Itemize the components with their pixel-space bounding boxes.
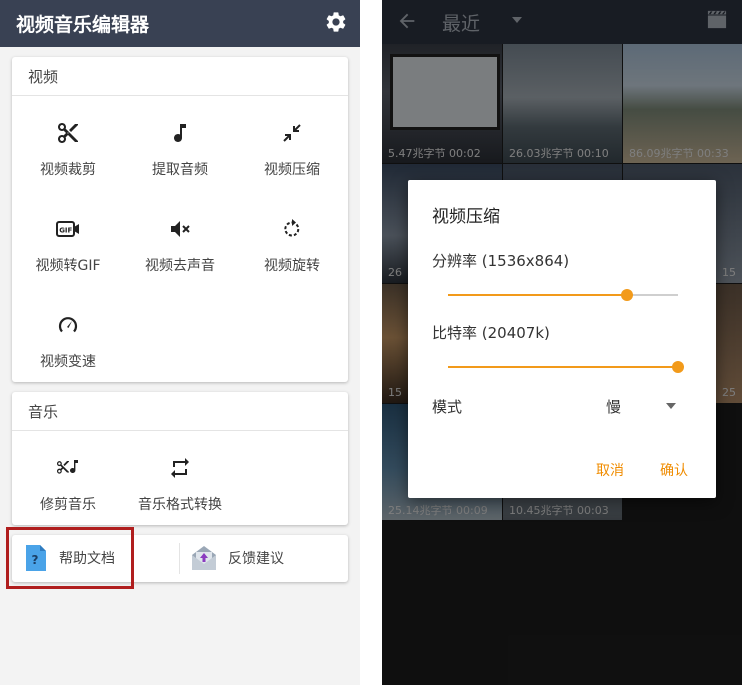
tool-video-speed[interactable]: 视频变速 bbox=[12, 305, 124, 395]
video-card: 视频 视频裁剪 提取音频 视频压缩 GIF 视频转GIF 视频去声音 视频旋转 bbox=[12, 57, 348, 382]
video-section-title: 视频 bbox=[28, 68, 59, 86]
right-screen: 最近 5.47兆字节 00:02 26.03兆字节 00:10 86.09兆字节… bbox=[382, 0, 742, 685]
repeat-icon bbox=[171, 458, 189, 478]
gif-icon: GIF bbox=[56, 221, 79, 237]
tool-extract-audio[interactable]: 提取音频 bbox=[124, 113, 236, 203]
app-bar: 视频音乐编辑器 bbox=[0, 0, 360, 47]
tool-label: 提取音频 bbox=[152, 162, 208, 178]
feedback-button[interactable]: 反馈建议 bbox=[180, 535, 348, 582]
resolution-slider-fill bbox=[448, 294, 628, 296]
tool-label: 视频转GIF bbox=[35, 258, 101, 274]
confirm-button[interactable]: 确认 bbox=[660, 460, 688, 480]
rotate-icon bbox=[284, 219, 300, 237]
compress-arrows-icon bbox=[283, 124, 301, 142]
bitrate-slider-fill bbox=[448, 366, 678, 368]
mute-speaker-icon bbox=[171, 221, 190, 237]
resolution-slider-thumb[interactable] bbox=[621, 289, 634, 301]
feedback-label: 反馈建议 bbox=[228, 551, 284, 567]
mode-dropdown-caret-icon[interactable] bbox=[666, 403, 676, 409]
tool-label: 视频旋转 bbox=[264, 258, 320, 274]
tool-video-compress[interactable]: 视频压缩 bbox=[236, 113, 348, 203]
dialog-title: 视频压缩 bbox=[432, 207, 500, 227]
tool-label: 视频压缩 bbox=[264, 162, 320, 178]
scissors-icon bbox=[58, 123, 78, 143]
resolution-slider[interactable] bbox=[448, 289, 678, 301]
divider bbox=[12, 95, 348, 96]
music-section-title: 音乐 bbox=[28, 403, 59, 421]
bitrate-slider[interactable] bbox=[448, 361, 684, 373]
settings-gear-icon[interactable] bbox=[324, 10, 348, 34]
left-screen: 视频音乐编辑器 视频 视频裁剪 提取音频 视频压缩 GIF 视频转GIF 视频去… bbox=[0, 0, 360, 685]
bitrate-slider-thumb[interactable] bbox=[672, 361, 684, 373]
svg-text:GIF: GIF bbox=[59, 227, 72, 235]
tool-trim-music[interactable]: 修剪音乐 bbox=[12, 448, 124, 538]
bitrate-label: 比特率 (20407k) bbox=[432, 324, 550, 342]
music-card: 音乐 修剪音乐 音乐格式转换 bbox=[12, 392, 348, 525]
cancel-button[interactable]: 取消 bbox=[596, 460, 624, 480]
tool-music-format-convert[interactable]: 音乐格式转换 bbox=[124, 448, 236, 538]
mode-label: 模式 bbox=[432, 398, 463, 416]
tool-label: 视频去声音 bbox=[145, 258, 215, 274]
compress-dialog: 视频压缩 分辨率 (1536x864) 比特率 (20407k) 模式 慢 取消… bbox=[408, 180, 716, 498]
tool-remove-audio[interactable]: 视频去声音 bbox=[124, 209, 236, 299]
tool-label: 视频裁剪 bbox=[40, 162, 96, 178]
music-note-icon bbox=[174, 124, 186, 142]
divider bbox=[12, 430, 348, 431]
resolution-label: 分辨率 (1536x864) bbox=[432, 252, 570, 270]
app-title: 视频音乐编辑器 bbox=[16, 14, 150, 36]
tool-label: 音乐格式转换 bbox=[138, 497, 222, 513]
highlight-box bbox=[6, 527, 134, 589]
mode-select-value[interactable]: 慢 bbox=[606, 396, 621, 417]
scissors-music-icon bbox=[57, 460, 78, 474]
tool-video-to-gif[interactable]: GIF 视频转GIF bbox=[12, 209, 124, 299]
speedometer-icon bbox=[58, 317, 78, 333]
tool-video-rotate[interactable]: 视频旋转 bbox=[236, 209, 348, 299]
tool-video-trim[interactable]: 视频裁剪 bbox=[12, 113, 124, 203]
feedback-envelope-icon bbox=[192, 546, 216, 570]
tool-label: 修剪音乐 bbox=[40, 497, 96, 513]
tool-label: 视频变速 bbox=[40, 354, 96, 370]
